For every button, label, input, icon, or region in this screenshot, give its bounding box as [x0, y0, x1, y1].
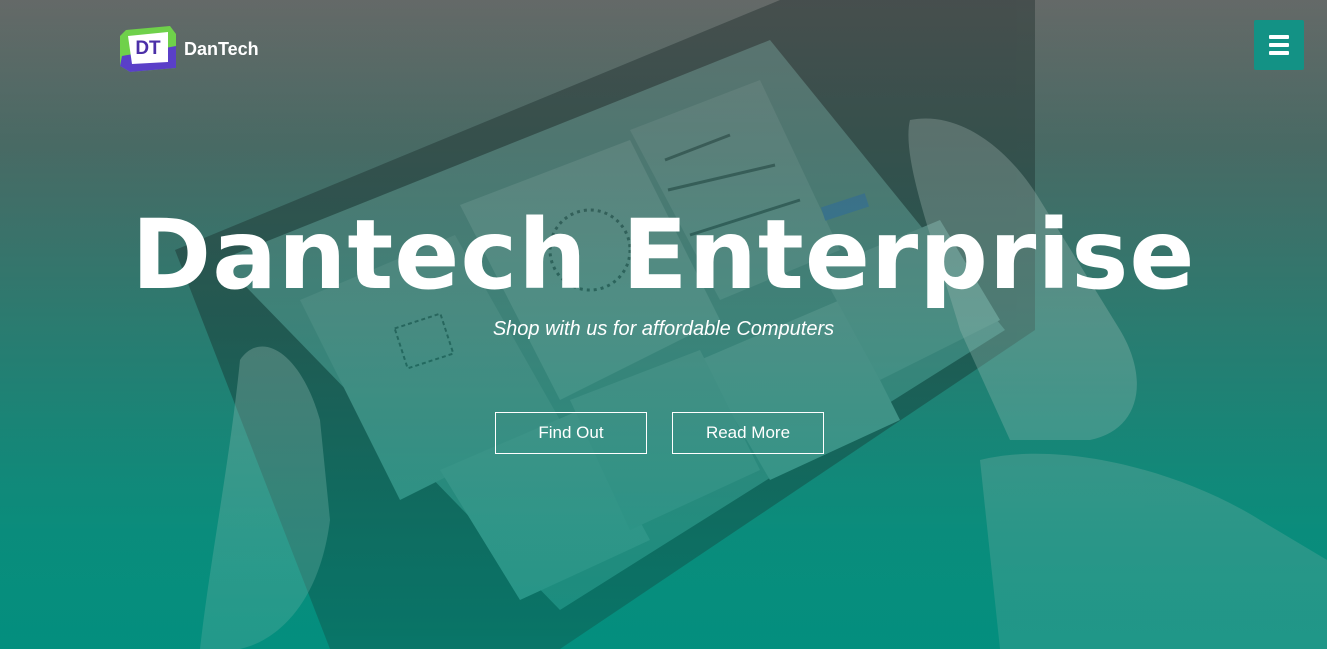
hero-tagline: Shop with us for affordable Computers — [492, 318, 835, 340]
hamburger-line — [1269, 43, 1289, 47]
read-more-button[interactable]: Read More — [672, 412, 824, 454]
hamburger-line — [1269, 35, 1289, 39]
find-out-button[interactable]: Find Out — [495, 412, 647, 454]
hero-section: DT DanTech Dantech Enterprise Shop with … — [0, 0, 1327, 649]
logo-mark-icon: DT — [120, 26, 176, 72]
hero-title: Dantech Enterprise — [131, 199, 1196, 311]
hamburger-line — [1269, 51, 1289, 55]
logo-initials: DT — [135, 38, 161, 59]
brand-name[interactable]: DanTech — [184, 39, 259, 60]
brand-logo[interactable]: DT DanTech — [120, 26, 259, 72]
hamburger-menu-button[interactable] — [1254, 20, 1304, 70]
